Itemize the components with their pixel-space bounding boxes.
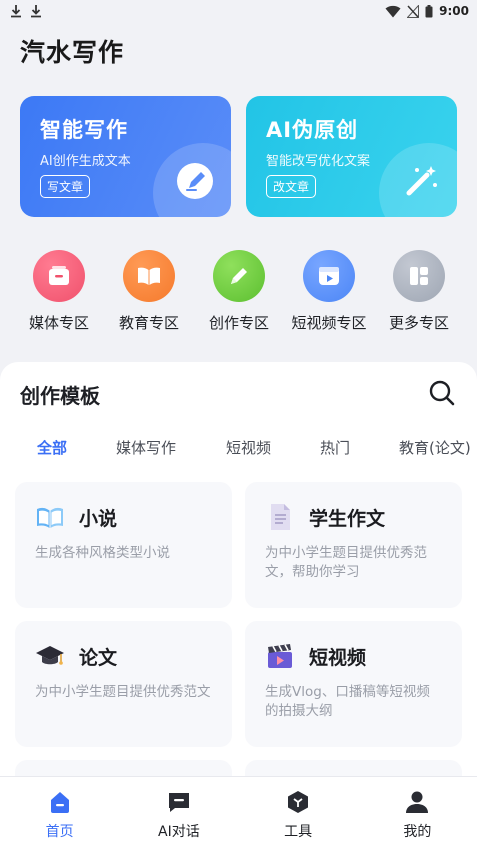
tab-media-writing[interactable]: 媒体写作: [116, 437, 176, 458]
template-tabs: 全部 媒体写作 短视频 热门 教育(论文): [0, 437, 477, 461]
nav-label: AI对话: [158, 824, 200, 840]
template-title: 论文: [79, 646, 118, 669]
template-title: 短视频: [309, 646, 367, 669]
card-title: 智能写作: [40, 118, 128, 142]
template-student-essay[interactable]: 学生作文 为中小学生题目提供优秀范文，帮助你学习: [245, 482, 462, 608]
template-title: 小说: [79, 507, 118, 530]
template-head: 学生作文: [265, 502, 442, 532]
zone-label: 教育专区: [118, 314, 179, 332]
template-desc: 生成各种风格类型小说: [35, 545, 170, 561]
media-icon: [49, 266, 69, 285]
tab-education[interactable]: 教育(论文): [399, 437, 471, 458]
tab-all[interactable]: 全部: [37, 437, 67, 458]
smart-writing-card[interactable]: 智能写作 AI创作生成文本 写文章: [20, 96, 231, 217]
tab-hot[interactable]: 热门: [320, 437, 350, 458]
zone-education[interactable]: 教育专区: [104, 250, 194, 333]
search-icon[interactable]: [427, 378, 457, 408]
templates-panel: 创作模板 全部 媒体写作 短视频 热门 教育(论文) 小说 生成各种风格类型小说: [0, 362, 477, 782]
signal-icon: [407, 4, 420, 18]
battery-icon: [425, 4, 433, 17]
write-article-button[interactable]: 写文章: [40, 175, 91, 198]
bottom-nav: 首页 AI对话 工具 我的: [0, 776, 477, 848]
nav-tools[interactable]: 工具: [239, 777, 358, 848]
download-icon: [11, 5, 21, 18]
nav-label: 工具: [284, 824, 313, 840]
grid-icon: [410, 267, 428, 285]
download-icon: [31, 5, 41, 18]
video-play-icon: [319, 267, 339, 285]
zone-education-icon-bg: [123, 250, 175, 302]
status-bar: 9:00: [0, 0, 477, 22]
nav-label: 首页: [45, 824, 74, 840]
template-thesis[interactable]: 论文 为中小学生题目提供优秀范文: [15, 621, 232, 747]
zone-label: 更多专区: [388, 314, 449, 332]
nav-home[interactable]: 首页: [0, 777, 119, 848]
open-book-icon: [138, 267, 160, 285]
zone-creation-icon-bg: [213, 250, 265, 302]
status-time: 9:00: [439, 4, 469, 18]
document-icon: [271, 504, 290, 530]
graduation-cap-icon: [36, 646, 64, 665]
zone-more[interactable]: 更多专区: [374, 250, 464, 333]
nav-label: 我的: [403, 824, 432, 840]
tab-short-video[interactable]: 短视频: [226, 437, 271, 458]
zone-creation[interactable]: 创作专区: [194, 250, 284, 333]
magic-wand-icon: [406, 166, 437, 196]
card-title: AI伪原创: [266, 118, 359, 142]
zone-label: 创作专区: [208, 314, 269, 332]
template-desc: 生成Vlog、口播稿等短视频的拍摄大纲: [265, 684, 430, 719]
user-icon: [406, 791, 429, 813]
pen-edit-icon: [177, 163, 213, 199]
zone-short-video[interactable]: 短视频专区: [284, 250, 374, 333]
zone-label: 短视频专区: [291, 314, 367, 332]
app-title: 汽水写作: [20, 38, 125, 67]
template-desc: 为中小学生题目提供优秀范文: [35, 684, 211, 700]
rewrite-article-button[interactable]: 改文章: [266, 175, 317, 198]
ai-rewrite-card[interactable]: AI伪原创 智能改写优化文案 改文章: [246, 96, 457, 217]
template-title: 学生作文: [309, 507, 386, 530]
home-icon: [50, 792, 69, 813]
nav-profile[interactable]: 我的: [358, 777, 477, 848]
zone-more-icon-bg: [393, 250, 445, 302]
template-novel[interactable]: 小说 生成各种风格类型小说: [15, 482, 232, 608]
clapperboard-icon: [268, 644, 292, 668]
wifi-icon: [385, 5, 401, 17]
status-left: [10, 4, 42, 18]
template-desc: 为中小学生题目提供优秀范文，帮助你学习: [265, 545, 427, 580]
panel-title: 创作模板: [20, 384, 100, 408]
zone-media-icon-bg: [33, 250, 85, 302]
nav-ai-chat[interactable]: AI对话: [119, 777, 238, 848]
zone-label: 媒体专区: [28, 314, 89, 332]
toolbox-icon: [288, 791, 309, 813]
zone-media[interactable]: 媒体专区: [14, 250, 104, 333]
pencil-icon: [231, 268, 247, 284]
chat-icon: [168, 793, 189, 812]
template-head: 小说: [35, 502, 212, 532]
book-icon: [37, 507, 63, 528]
template-head: 短视频: [265, 641, 442, 671]
zone-shortcuts: 媒体专区 教育专区 创作专区 短视频专区 更多专区: [0, 250, 477, 333]
zone-short-video-icon-bg: [303, 250, 355, 302]
template-short-video[interactable]: 短视频 生成Vlog、口播稿等短视频的拍摄大纲: [245, 621, 462, 747]
template-head: 论文: [35, 641, 212, 671]
status-right: 9:00: [385, 4, 469, 18]
